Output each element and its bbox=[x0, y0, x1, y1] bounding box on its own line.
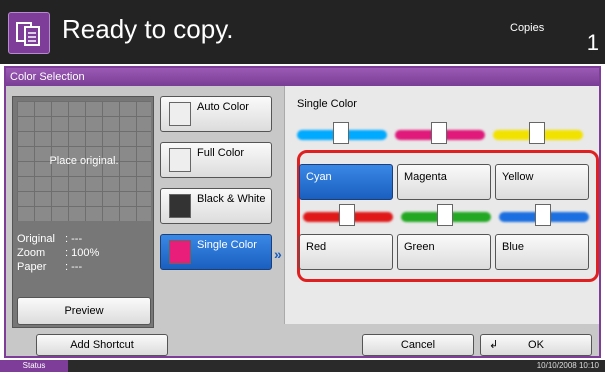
magenta-button[interactable]: Magenta bbox=[397, 164, 491, 200]
section-title: Color Selection bbox=[6, 68, 599, 86]
single-color-icon bbox=[169, 240, 191, 264]
single-color-panel: Single Color Cyan Magenta Yellow Red Gre… bbox=[284, 86, 599, 324]
cyan-button[interactable]: Cyan bbox=[299, 164, 393, 200]
enter-icon: ↲ bbox=[489, 339, 499, 351]
copy-icon bbox=[8, 12, 50, 54]
info-zoom: Zoom: 100% bbox=[17, 247, 100, 259]
full-color-icon bbox=[169, 148, 191, 172]
yellow-printer-icon bbox=[529, 122, 545, 144]
page-title: Ready to copy. bbox=[62, 14, 234, 44]
chevron-right-icon: » bbox=[274, 246, 282, 262]
single-color-button[interactable]: Single Color bbox=[160, 234, 272, 270]
magenta-printer-icon bbox=[431, 122, 447, 144]
status-button[interactable]: Status bbox=[0, 360, 68, 372]
info-original: Original: --- bbox=[17, 233, 83, 245]
cyan-printer-icon bbox=[333, 122, 349, 144]
cancel-button[interactable]: Cancel bbox=[362, 334, 474, 356]
preview-panel: Place original. Original: --- Zoom: 100%… bbox=[12, 96, 154, 328]
preview-area: Place original. bbox=[17, 101, 151, 221]
yellow-button[interactable]: Yellow bbox=[495, 164, 589, 200]
copies-count: 1 bbox=[586, 30, 599, 55]
auto-color-button[interactable]: Auto Color bbox=[160, 96, 272, 132]
top-bar: Ready to copy. Copies 1 bbox=[0, 0, 605, 64]
auto-color-icon bbox=[169, 102, 191, 126]
blue-printer-icon bbox=[535, 204, 551, 226]
status-datetime: 10/10/2008 10:10 bbox=[536, 361, 599, 370]
red-printer-icon bbox=[339, 204, 355, 226]
green-button[interactable]: Green bbox=[397, 234, 491, 270]
red-button[interactable]: Red bbox=[299, 234, 393, 270]
place-original-text: Place original. bbox=[49, 155, 119, 167]
black-white-button[interactable]: Black & White bbox=[160, 188, 272, 224]
ok-button[interactable]: ↲ OK bbox=[480, 334, 592, 356]
status-bar: Status 10/10/2008 10:10 bbox=[0, 360, 605, 372]
blue-button[interactable]: Blue bbox=[495, 234, 589, 270]
add-shortcut-button[interactable]: Add Shortcut bbox=[36, 334, 168, 356]
preview-button[interactable]: Preview bbox=[17, 297, 151, 325]
color-selection-panel: Color Selection Place original. Original… bbox=[4, 66, 601, 358]
info-paper: Paper: --- bbox=[17, 261, 83, 273]
green-printer-icon bbox=[437, 204, 453, 226]
full-color-button[interactable]: Full Color bbox=[160, 142, 272, 178]
copies-label: Copies bbox=[510, 22, 545, 34]
black-white-icon bbox=[169, 194, 191, 218]
single-color-title: Single Color bbox=[297, 98, 357, 110]
